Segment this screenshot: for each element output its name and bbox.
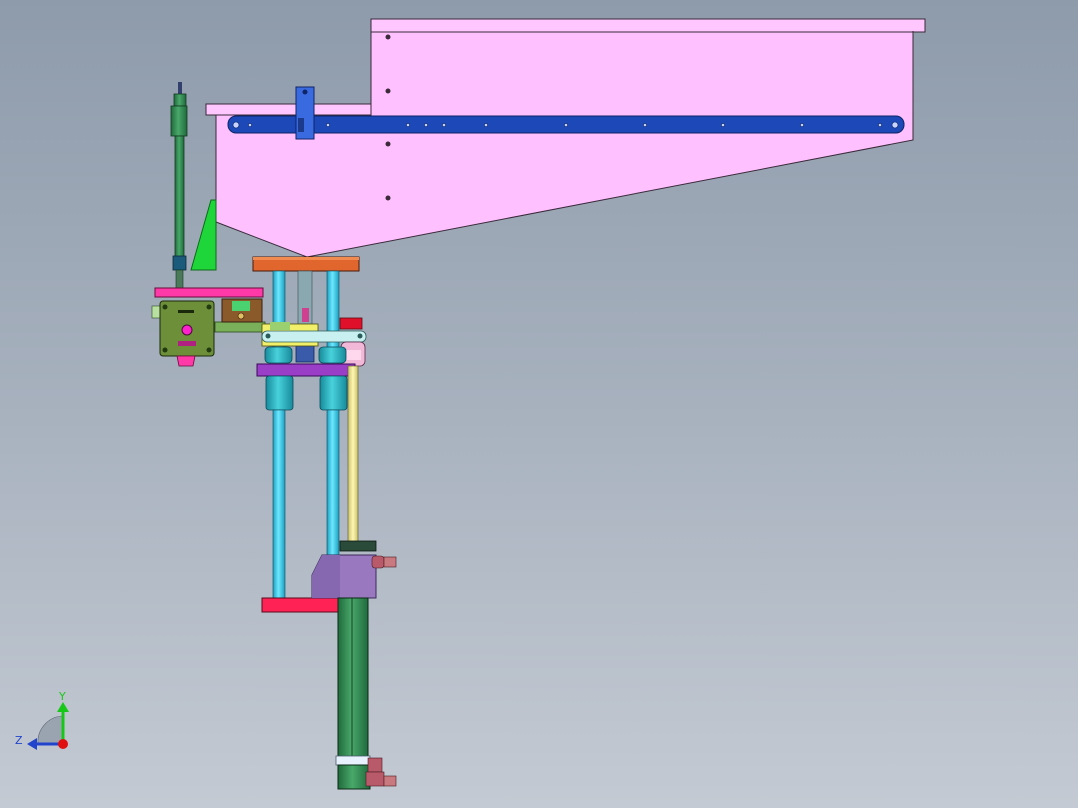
cross-link [261,330,367,343]
bottom-plate [261,597,351,613]
hopper-body [215,30,914,258]
cad-viewport[interactable]: Y Z [0,0,1078,808]
x-axis-icon [58,739,68,749]
view-rotation-arc-icon [37,715,63,745]
hopper-top-flange [370,18,926,33]
motor-mount-bracket [154,287,264,298]
z-axis-label: Z [15,734,23,747]
vertical-guide-rod[interactable] [170,82,188,291]
coordinate-triad: Y Z [15,690,69,750]
motor-assembly[interactable] [151,287,266,367]
air-cylinder[interactable] [311,540,397,790]
guide-plate [256,363,356,377]
gusset-plate [190,199,217,271]
hopper-left-flange [205,103,372,116]
cylinder-barrel [337,597,369,761]
y-axis-label: Y [58,690,66,703]
push-rod [347,365,359,545]
